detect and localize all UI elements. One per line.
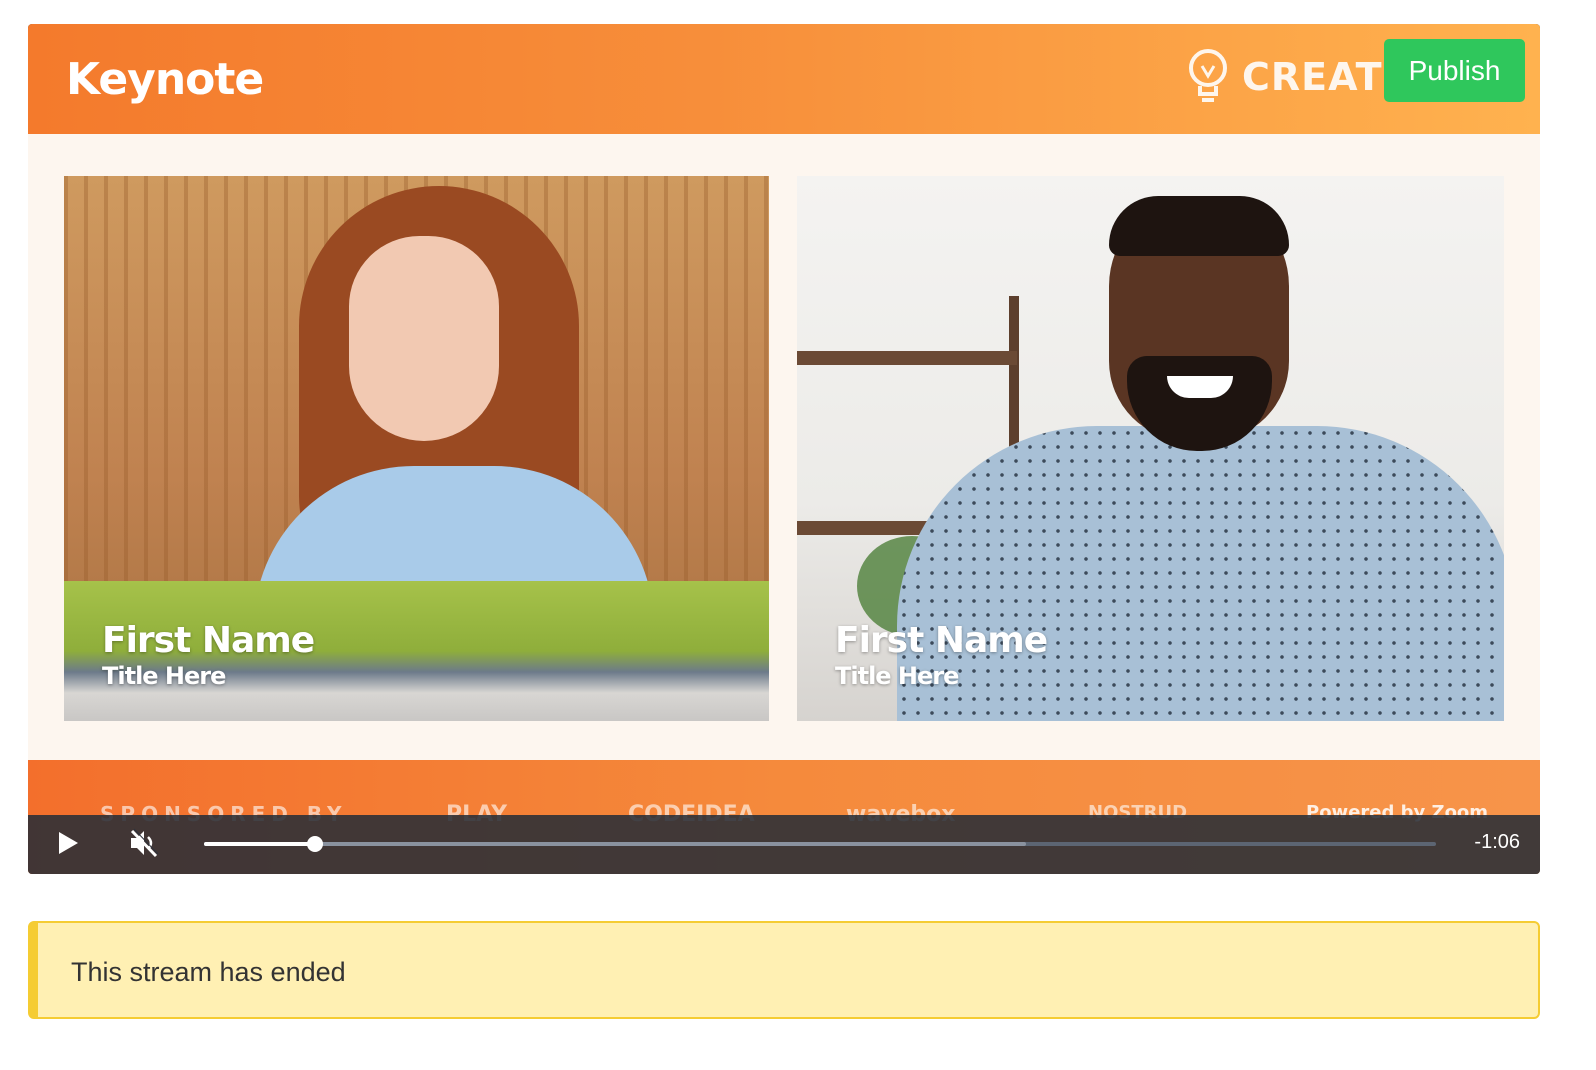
muted-speaker-icon [128,828,160,863]
play-icon [57,831,79,860]
brand-logo: CREATE [1184,46,1409,108]
alert-message: This stream has ended [71,957,346,987]
slide-header: Keynote CREATE Publish [28,24,1540,134]
lightbulb-icon [1184,46,1232,108]
stream-ended-alert: This stream has ended [28,921,1540,1019]
publish-button[interactable]: Publish [1384,39,1525,102]
seek-bar[interactable] [204,836,1436,852]
speaker-2-name: First Name [835,620,1048,661]
speaker-1-lower-third: First Name Title Here [102,620,315,691]
speaker-2-lower-third: First Name Title Here [835,620,1048,691]
time-remaining: -1:06 [1474,831,1520,853]
stream-slide: Keynote CREATE Publish First Name Title … [28,24,1540,874]
slide-title: Keynote [66,54,264,105]
speaker-2-hair [1109,196,1289,256]
buffered-bar [204,842,1026,846]
seek-handle[interactable] [306,836,323,852]
speaker-video-tile-1: First Name Title Here [64,176,769,721]
speaker-1-name: First Name [102,620,315,661]
played-bar [204,842,315,846]
play-button[interactable] [52,829,84,861]
speaker-1-title: Title Here [102,662,226,690]
speaker-1-face [349,236,499,441]
mute-toggle-button[interactable] [128,828,160,863]
shelf [797,351,1017,365]
video-player[interactable]: Keynote CREATE Publish First Name Title … [28,24,1540,874]
speaker-2-title: Title Here [835,662,959,690]
speaker-video-tile-2: First Name Title Here [797,176,1504,721]
video-controls: -1:06 [28,815,1540,874]
